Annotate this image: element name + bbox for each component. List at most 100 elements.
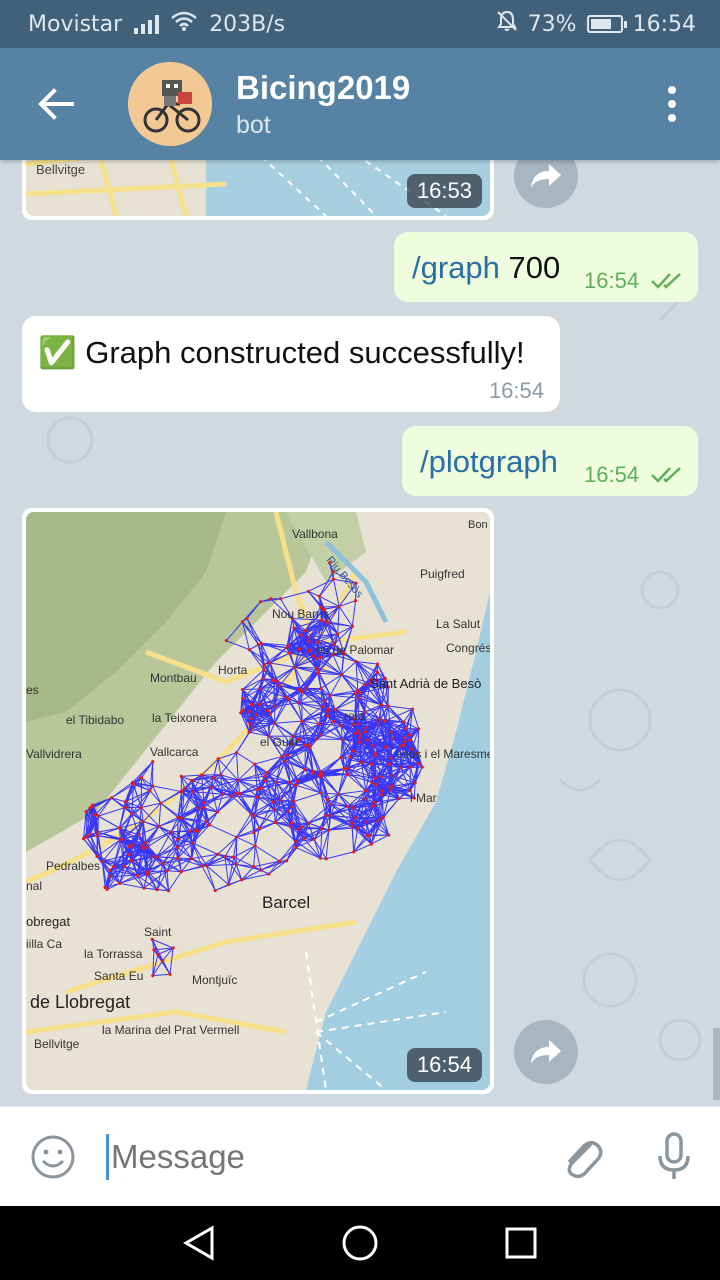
outgoing-message[interactable]: /graph 700 16:54 — [394, 232, 698, 302]
graph-node — [168, 972, 172, 976]
graph-node — [287, 697, 291, 701]
map-label: Horta — [218, 663, 248, 677]
share-button[interactable] — [514, 1020, 578, 1084]
check-mark-emoji-icon: ✅ — [38, 335, 77, 370]
back-triangle-icon[interactable] — [182, 1225, 216, 1261]
graph-node — [176, 815, 180, 820]
graph-node — [190, 778, 194, 783]
recents-square-icon[interactable] — [504, 1226, 538, 1260]
photo-message[interactable]: Bellvitge 16:53 — [22, 160, 494, 220]
graph-node — [358, 732, 363, 736]
graph-node — [294, 845, 298, 850]
graph-node — [303, 628, 307, 633]
incoming-message[interactable]: ✅ Graph constructed successfully! 16:54 — [22, 316, 560, 412]
more-menu-button[interactable] — [624, 48, 720, 160]
graph-node — [307, 742, 311, 747]
wifi-icon — [171, 10, 197, 38]
map-label: eu de Palomar — [316, 643, 394, 657]
graph-node — [249, 702, 254, 706]
graph-node — [151, 784, 155, 788]
bot-command-link[interactable]: /graph — [412, 250, 500, 285]
graph-node — [297, 687, 301, 691]
system-nav-bar — [0, 1206, 720, 1280]
graph-node — [306, 589, 310, 593]
graph-node — [235, 835, 239, 839]
graph-node — [190, 856, 194, 861]
double-check-icon — [651, 467, 681, 483]
graph-node — [145, 873, 149, 877]
outgoing-message[interactable]: /plotgraph 16:54 — [402, 426, 698, 496]
graph-node — [146, 870, 150, 874]
graph-node — [109, 874, 113, 879]
graph-node — [230, 794, 234, 798]
graph-node — [375, 670, 379, 674]
graph-node — [145, 845, 149, 849]
back-button[interactable] — [0, 48, 112, 160]
graph-node — [380, 789, 384, 793]
graph-node — [307, 639, 311, 643]
battery-icon — [586, 15, 627, 33]
graph-node — [296, 779, 300, 783]
graph-node — [389, 756, 393, 760]
emoji-button[interactable] — [0, 1133, 106, 1181]
smiley-icon — [31, 1135, 75, 1178]
graph-node — [358, 736, 362, 740]
bot-command-link[interactable]: /plotgraph — [420, 444, 558, 480]
graph-node — [410, 707, 415, 711]
graph-node — [351, 749, 355, 753]
graph-node — [375, 662, 380, 666]
graph-node — [407, 733, 412, 737]
attach-button[interactable] — [536, 1133, 628, 1181]
graph-node — [340, 737, 344, 742]
graph-node — [399, 766, 403, 770]
graph-node — [306, 821, 311, 825]
graph-node — [342, 767, 346, 771]
message-time: 16:54 — [488, 378, 544, 403]
chat-title: Bicing2019 — [236, 68, 411, 106]
graph-node — [353, 816, 357, 820]
voice-record-button[interactable] — [628, 1131, 720, 1182]
graph-node — [84, 834, 89, 838]
message-list[interactable]: Bellvitge 16:53 /graph 700 16:54 ✅ Graph… — [0, 160, 720, 1106]
graph-node — [317, 594, 322, 598]
graph-node — [350, 821, 354, 825]
graph-node — [350, 624, 354, 628]
graph-node — [148, 789, 152, 793]
graph-node — [333, 708, 337, 712]
avatar[interactable] — [128, 62, 212, 146]
graph-node — [311, 654, 316, 658]
graph-node — [413, 781, 417, 785]
graph-node — [156, 952, 160, 956]
graph-node — [166, 889, 171, 893]
graph-node — [373, 751, 377, 755]
graph-node — [91, 803, 95, 807]
graph-node — [416, 761, 420, 766]
map-label: obregat — [26, 914, 70, 929]
graph-node — [234, 792, 238, 796]
graph-node — [357, 729, 361, 733]
graph-node — [265, 770, 269, 775]
graph-node — [249, 812, 253, 816]
graph-node — [240, 620, 245, 624]
graph-node — [127, 852, 131, 856]
graph-node — [95, 834, 99, 838]
graph-node — [219, 773, 223, 777]
photo-message[interactable]: Vallbona Riu Besòs Bon Puigfred Nou Barr… — [22, 508, 494, 1094]
home-circle-icon[interactable] — [341, 1224, 379, 1262]
graph-node — [320, 826, 324, 830]
graph-node — [140, 844, 144, 848]
command-argument: 700 — [499, 250, 561, 285]
graph-node — [123, 805, 128, 810]
graph-node — [351, 722, 356, 727]
map-label: Pedralbes — [46, 859, 100, 873]
graph-node — [277, 859, 282, 863]
graph-node — [201, 805, 206, 810]
scrollbar[interactable] — [713, 1028, 720, 1100]
graph-node — [371, 804, 376, 808]
clock: 16:54 — [632, 11, 696, 37]
graph-node — [266, 708, 270, 713]
graph-node — [383, 719, 387, 723]
graph-node — [205, 819, 209, 824]
message-input[interactable] — [111, 1137, 491, 1176]
graph-node — [363, 683, 367, 687]
